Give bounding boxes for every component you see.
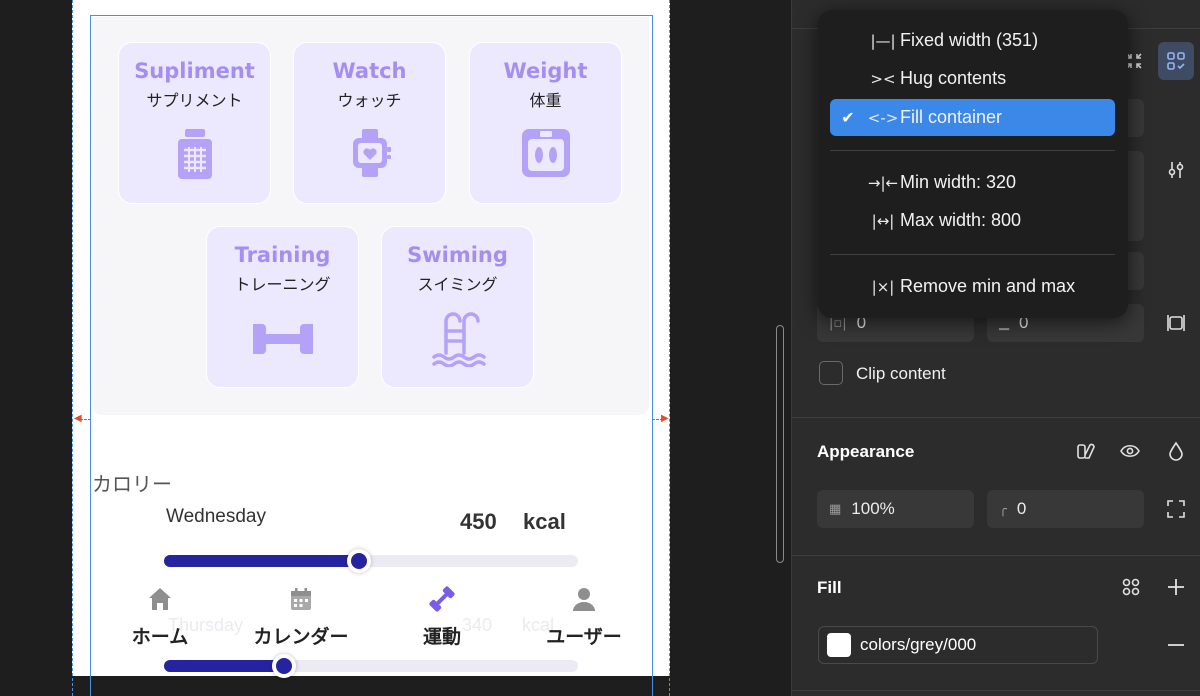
menu-item-fixed-width[interactable]: |—| Fixed width (351) xyxy=(830,22,1115,59)
corner-radius-icon: ╭ xyxy=(999,501,1007,517)
min-width-icon: →|← xyxy=(867,173,899,192)
opacity-icon: ▦ xyxy=(829,501,842,517)
calorie-slider-2-thumb[interactable] xyxy=(272,654,297,678)
nav-label: 運動 xyxy=(422,626,461,648)
menu-item-label: Min width: 320 xyxy=(900,172,1017,192)
menu-item-label: Fixed width (351) xyxy=(900,30,1039,50)
divider xyxy=(792,555,1200,556)
fill-swatch-name: colors/grey/000 xyxy=(860,635,977,654)
hug-contents-icon: >< xyxy=(870,69,896,88)
menu-item-remove-min-max[interactable]: |×| Remove min and max xyxy=(830,268,1115,305)
menu-item-hug-contents[interactable]: >< Hug contents xyxy=(830,60,1115,97)
category-card-swiming[interactable]: Swiming スイミング xyxy=(381,226,534,388)
frame-guide-right xyxy=(669,0,670,696)
appearance-title: Appearance xyxy=(817,442,915,461)
fill-swatch[interactable] xyxy=(827,633,851,657)
individual-padding-icon[interactable] xyxy=(1162,309,1190,337)
category-card-weight[interactable]: Weight 体重 xyxy=(469,42,622,204)
figma-workspace: Supliment サプリメント Watch ウォッチ Weight 体重 Tr… xyxy=(0,0,1200,696)
menu-item-max-width[interactable]: |↔| Max width: 800 xyxy=(830,202,1115,239)
card-title-jp: 体重 xyxy=(529,91,562,110)
calorie-slider-fill xyxy=(164,555,359,567)
kcal-value: 450 xyxy=(460,509,497,534)
nav-label: ユーザー xyxy=(546,626,622,648)
styles-grid-icon[interactable] xyxy=(1117,573,1145,601)
max-width-icon: |↔| xyxy=(871,211,895,230)
menu-item-min-width[interactable]: →|← Min width: 320 xyxy=(830,164,1115,201)
clip-content-label: Clip content xyxy=(856,364,946,383)
day-label: Wednesday xyxy=(166,506,266,527)
add-fill-plus-icon[interactable] xyxy=(1162,573,1190,601)
card-title-jp: サプリメント xyxy=(146,91,243,110)
nav-home[interactable]: ホーム xyxy=(100,585,220,649)
category-card-watch[interactable]: Watch ウォッチ xyxy=(293,42,446,204)
nav-label: カレンダー xyxy=(253,626,349,648)
menu-item-label: Fill container xyxy=(900,107,1003,127)
user-icon xyxy=(573,588,595,611)
calorie-title: カロリー xyxy=(92,472,172,496)
card-title-en: Training xyxy=(234,243,331,267)
calorie-slider-2-fill xyxy=(164,660,285,672)
scale-icon xyxy=(516,123,576,183)
divider xyxy=(792,690,1200,691)
menu-item-label: Max width: 800 xyxy=(900,210,1022,230)
opacity-field[interactable]: ▦ 100% xyxy=(817,490,974,528)
fill-container-icon: <-> xyxy=(867,108,899,127)
category-card-supliment[interactable]: Supliment サプリメント xyxy=(118,42,271,204)
checkmark-icon: ✔ xyxy=(841,109,855,127)
guide-arrow-left-icon: ◀ xyxy=(74,413,82,424)
corner-radius-field[interactable]: ╭ 0 xyxy=(987,490,1144,528)
card-title-en: Weight xyxy=(503,59,588,83)
menu-item-label: Hug contents xyxy=(900,68,1007,88)
menu-separator xyxy=(830,254,1115,255)
fill-title: Fill xyxy=(817,578,842,597)
dumbbell-icon xyxy=(429,586,455,612)
auto-layout-grid-icon[interactable] xyxy=(1158,42,1194,80)
calorie-slider[interactable] xyxy=(164,549,578,573)
calorie-slider-thumb[interactable] xyxy=(346,549,371,573)
nav-exercise[interactable]: 運動 xyxy=(382,585,502,649)
divider xyxy=(792,417,1200,418)
remove-fill-minus-icon[interactable] xyxy=(1162,631,1190,659)
style-variables-icon[interactable] xyxy=(1072,437,1100,465)
kcal-unit: kcal xyxy=(523,509,566,534)
guide-arrow-right-icon: ▶ xyxy=(661,413,669,424)
menu-item-fill-container[interactable]: ✔ <-> Fill container xyxy=(830,99,1115,136)
corner-radius-value: 0 xyxy=(1016,499,1027,518)
fixed-width-icon: |—| xyxy=(870,31,896,50)
nav-label: ホーム xyxy=(131,626,189,648)
calendar-icon xyxy=(291,588,311,610)
pool-ladder-icon xyxy=(428,307,488,368)
menu-separator xyxy=(830,150,1115,151)
independent-corners-icon[interactable] xyxy=(1162,495,1190,523)
home-icon xyxy=(149,588,171,610)
alignment-settings-icon[interactable] xyxy=(1162,156,1190,184)
card-title-en: Supliment xyxy=(134,59,255,83)
supplement-bottle-icon xyxy=(165,123,225,183)
opacity-value: 100% xyxy=(851,499,895,518)
clip-content-checkbox[interactable] xyxy=(819,361,843,385)
fill-style-field[interactable]: colors/grey/000 xyxy=(818,626,1098,664)
nav-user[interactable]: ユーザー xyxy=(524,585,644,649)
menu-item-label: Remove min and max xyxy=(900,276,1076,296)
width-sizing-menu: |—| Fixed width (351) >< Hug contents ✔ … xyxy=(818,10,1128,318)
blend-mode-drop-icon[interactable] xyxy=(1162,437,1190,465)
card-title-en: Watch xyxy=(332,59,407,83)
category-card-training[interactable]: Training トレーニング xyxy=(206,226,359,388)
card-title-jp: ウォッチ xyxy=(337,91,402,110)
canvas-scrollbar[interactable] xyxy=(776,325,784,563)
card-title-jp: スイミング xyxy=(417,275,498,294)
dumbbell-icon xyxy=(249,307,316,367)
frame-guide-left xyxy=(72,0,73,696)
calorie-slider-2[interactable] xyxy=(164,654,578,678)
visibility-eye-icon[interactable] xyxy=(1116,437,1144,465)
card-title-jp: トレーニング xyxy=(234,275,331,294)
smartwatch-icon xyxy=(340,123,400,183)
card-title-en: Swiming xyxy=(407,243,508,267)
remove-min-max-icon: |×| xyxy=(871,277,895,296)
nav-calendar[interactable]: カレンダー xyxy=(241,585,361,649)
